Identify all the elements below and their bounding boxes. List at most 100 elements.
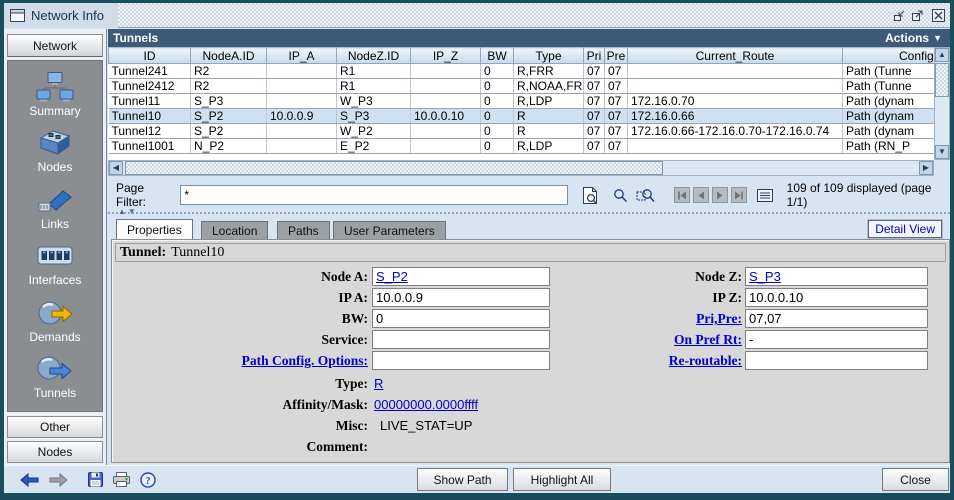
tab-location[interactable]: Location	[201, 221, 268, 239]
minimize-button[interactable]	[891, 7, 908, 24]
cell: 07	[605, 139, 628, 154]
tunnels-panel-header: Tunnels Actions▼	[108, 29, 950, 47]
window-title: Network Info	[31, 8, 104, 23]
value-link[interactable]: S_P3	[749, 269, 781, 284]
column-header-pri[interactable]: Pri	[584, 48, 605, 64]
sidebar-item-demands[interactable]: Demands	[29, 298, 80, 344]
value-link[interactable]: 00000000.0000ffff	[374, 397, 478, 412]
table-row[interactable]: Tunnel10S_P210.0.0.9S_P310.0.0.100R07071…	[109, 109, 935, 124]
sidebar-item-label: Demands	[29, 330, 80, 344]
field-label: Type:	[112, 376, 368, 392]
cell: 0	[481, 124, 514, 139]
column-header-nodea.id[interactable]: NodeA.ID	[191, 48, 267, 64]
preview-report-icon[interactable]	[582, 186, 599, 205]
network-group-button[interactable]: Network	[7, 34, 103, 57]
show-path-button[interactable]: Show Path	[417, 468, 508, 491]
page-filter-input[interactable]	[180, 185, 567, 205]
field-box[interactable]	[745, 351, 928, 370]
scroll-up-button[interactable]: ▲	[935, 48, 949, 62]
cell: R,FRR	[514, 64, 584, 79]
sidebar-item-label: Nodes	[38, 160, 73, 174]
title-bar[interactable]: Network Info	[4, 3, 950, 28]
field-box[interactable]: -	[745, 330, 928, 349]
actions-menu-button[interactable]: Actions▼	[885, 31, 942, 45]
prev-page-button[interactable]	[693, 187, 709, 203]
table-row[interactable]: Tunnel2412R2R10R,NOAA,FRR0707Path (Tunne	[109, 79, 935, 94]
column-header-id[interactable]: ID	[109, 48, 191, 64]
sidebar-item-label: Links	[41, 217, 69, 231]
field-value[interactable]: 00000000.0000ffff	[374, 397, 478, 412]
cell	[411, 139, 481, 154]
other-group-button[interactable]: Other	[7, 416, 103, 438]
tab-user-parameters[interactable]: User Parameters	[333, 221, 446, 239]
splitter-handle[interactable]: ▲▼	[118, 207, 138, 216]
tab-paths[interactable]: Paths	[277, 221, 330, 239]
cell: Tunnel11	[109, 94, 191, 109]
field-value[interactable]: R	[374, 376, 383, 391]
column-header-type[interactable]: Type	[514, 48, 584, 64]
form-row: Misc:LIVE_STAT=UP	[112, 416, 949, 436]
column-header-nodez.id[interactable]: NodeZ.ID	[337, 48, 411, 64]
zoom-icon[interactable]	[613, 188, 628, 203]
sidebar-item-nodes[interactable]: Nodes	[35, 128, 75, 174]
save-icon[interactable]	[88, 472, 103, 487]
cell: Tunnel241	[109, 64, 191, 79]
tab-properties[interactable]: Properties	[116, 219, 193, 239]
form-row: Re-routable:	[112, 351, 949, 371]
column-header-bw[interactable]: BW	[481, 48, 514, 64]
vertical-scroll-thumb[interactable]	[935, 63, 949, 97]
forward-arrow-icon[interactable]	[49, 473, 68, 487]
close-button[interactable]: Close	[882, 468, 949, 491]
last-page-button[interactable]	[731, 187, 747, 203]
table-row[interactable]: Tunnel241R2R10R,FRR0707Path (Tunne	[109, 64, 935, 79]
field-label[interactable]: Pri,Pre:	[492, 311, 742, 327]
detail-tab-bar: Properties Location Paths User Parameter…	[108, 219, 950, 239]
field-box[interactable]: 10.0.0.10	[745, 288, 928, 307]
field-label[interactable]: On Pref Rt:	[492, 332, 742, 348]
table-row[interactable]: Tunnel12S_P2W_P20R0707172.16.0.66-172.16…	[109, 124, 935, 139]
help-icon[interactable]: ?	[140, 472, 156, 488]
table-row[interactable]: Tunnel11S_P3W_P30R,LDP0707172.16.0.70Pat…	[109, 94, 935, 109]
tunnels-icon	[35, 354, 75, 384]
zoom-selection-icon[interactable]	[636, 188, 655, 203]
network-info-window: Network Info Network Summary Nodes Links In…	[0, 0, 954, 500]
page-list-icon[interactable]	[757, 189, 773, 202]
cell: 10.0.0.10	[411, 109, 481, 124]
field-label[interactable]: Re-routable:	[492, 353, 742, 369]
cell: W_P3	[337, 94, 411, 109]
next-page-button[interactable]	[712, 187, 728, 203]
scroll-right-button[interactable]: ▶	[919, 161, 933, 175]
scroll-left-button[interactable]: ◀	[109, 161, 123, 175]
back-arrow-icon[interactable]	[20, 473, 39, 487]
form-row: Pri,Pre:07,07	[112, 309, 949, 329]
table-row[interactable]: Tunnel1001N_P2E_P20R,LDP0707Path (RN_P	[109, 139, 935, 154]
first-page-button[interactable]	[674, 187, 690, 203]
column-header-config[interactable]: Config	[843, 48, 935, 64]
column-header-ip_a[interactable]: IP_A	[267, 48, 337, 64]
sidebar-item-tunnels[interactable]: Tunnels	[34, 354, 76, 400]
sidebar-item-summary[interactable]: Summary	[29, 72, 80, 118]
close-icon[interactable]	[930, 7, 947, 24]
nodes-group-button[interactable]: Nodes	[7, 441, 103, 463]
cell: 07	[605, 79, 628, 94]
horizontal-scroll-thumb[interactable]	[125, 161, 663, 175]
entity-header: Tunnel: Tunnel10	[115, 243, 946, 262]
interfaces-icon	[35, 241, 75, 271]
highlight-all-button[interactable]: Highlight All	[513, 468, 611, 491]
cell: Path (dynam	[843, 109, 935, 124]
sidebar-item-interfaces[interactable]: Interfaces	[29, 241, 82, 287]
cell: Tunnel1001	[109, 139, 191, 154]
value-link[interactable]: R	[374, 376, 383, 391]
sidebar-item-links[interactable]: Links	[35, 185, 75, 231]
column-header-current_route[interactable]: Current_Route	[628, 48, 843, 64]
field-box[interactable]: S_P3	[745, 267, 928, 286]
splitter[interactable]: ▲▼	[108, 212, 950, 219]
cell: 172.16.0.66	[628, 109, 843, 124]
detail-view-button[interactable]: Detail View	[868, 220, 942, 238]
field-box[interactable]: 07,07	[745, 309, 928, 328]
print-icon[interactable]	[113, 472, 130, 487]
column-header-pre[interactable]: Pre	[605, 48, 628, 64]
scroll-down-button[interactable]: ▼	[935, 145, 949, 159]
maximize-button[interactable]	[909, 7, 926, 24]
column-header-ip_z[interactable]: IP_Z	[411, 48, 481, 64]
